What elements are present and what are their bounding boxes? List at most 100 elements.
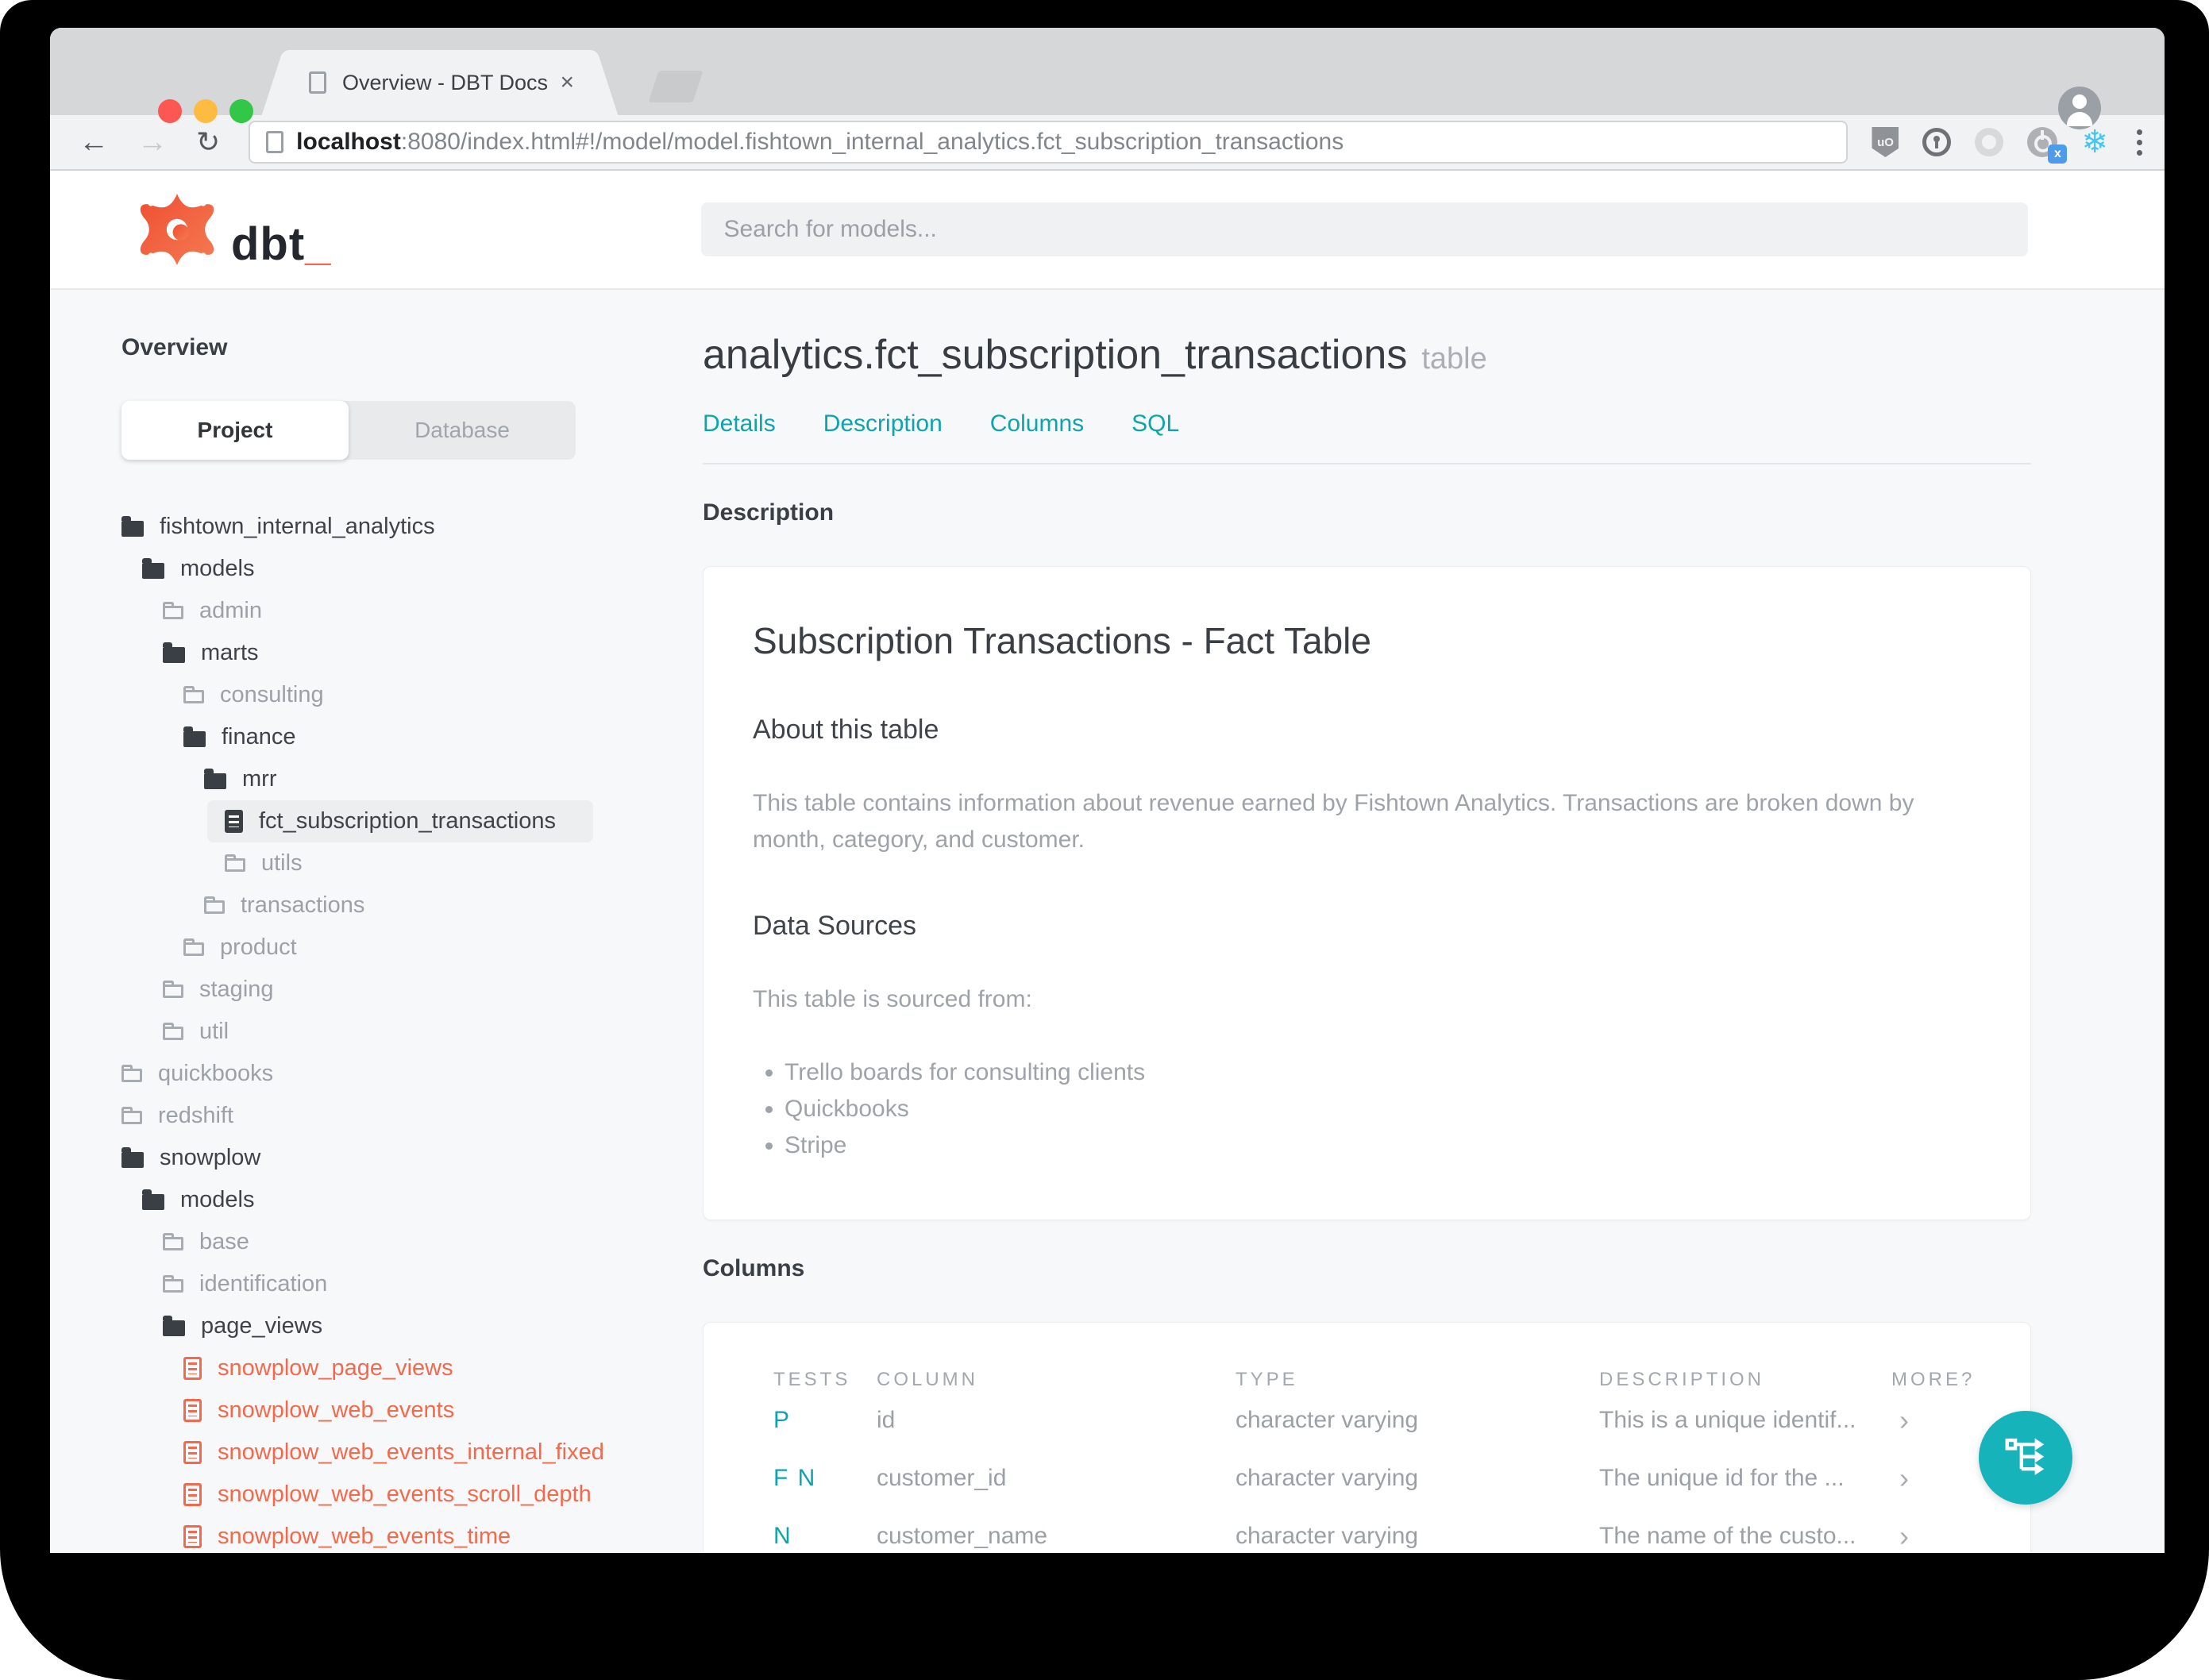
tree-item-mrr[interactable]: mrr [204, 758, 703, 800]
tree-item-snowplow-web-events-scroll-depth[interactable]: snowplow_web_events_scroll_depth [183, 1474, 703, 1516]
list-item: Trello boards for consulting clients [785, 1054, 1981, 1091]
tree-item-page-views[interactable]: page_views [163, 1305, 703, 1347]
dbt-logo-underscore: _ [305, 218, 331, 270]
tree-item-transactions[interactable]: transactions [204, 884, 703, 927]
profile-avatar-icon[interactable] [2058, 87, 2101, 129]
tree-item-snowplow[interactable]: snowplow [121, 1137, 703, 1179]
address-bar[interactable]: localhost:8080/index.html#!/model/model.… [249, 121, 1849, 164]
tree-item-base[interactable]: base [163, 1221, 703, 1263]
disabled-extension-icon[interactable] [1975, 128, 2004, 156]
tree-item-quickbooks[interactable]: quickbooks [121, 1053, 703, 1095]
folder-open-icon [204, 768, 226, 789]
tab-title: Overview - DBT Docs [342, 70, 549, 94]
tab-strip: Overview - DBT Docs × [50, 28, 2165, 129]
sources-list: Trello boards for consulting clients Qui… [785, 1054, 1981, 1164]
column-type: character varying [1236, 1464, 1419, 1491]
reload-icon[interactable]: ↻ [196, 128, 220, 156]
onepassword-extension-icon[interactable] [1922, 128, 1952, 156]
folder-closed-icon [163, 1233, 183, 1250]
nav-link-description[interactable]: Description [823, 410, 943, 437]
tree-item-finance[interactable]: finance [183, 716, 703, 758]
col-header-type: TYPE [1236, 1369, 1298, 1390]
tree-item-consulting[interactable]: consulting [183, 674, 703, 716]
browser-tab[interactable]: Overview - DBT Docs × [285, 50, 595, 115]
tab-database[interactable]: Database [349, 401, 576, 460]
back-icon[interactable]: ← [79, 127, 109, 157]
search-input[interactable] [701, 202, 2029, 256]
folder-closed-icon [163, 1023, 183, 1040]
card-title: Subscription Transactions - Fact Table [753, 620, 1371, 661]
sources-intro: This table is sourced from: [753, 986, 1032, 1012]
forward-icon: → [137, 125, 168, 159]
table-row[interactable]: N customer_name character varying The na… [704, 1507, 2030, 1553]
folder-closed-icon [121, 1107, 142, 1124]
column-description: This is a unique identif... [1599, 1406, 1856, 1433]
tree-item-fct-subscription-transactions[interactable]: fct_subscription_transactions [207, 800, 593, 842]
folder-closed-icon [183, 938, 204, 956]
page-title: analytics.fct_subscription_transactions t… [703, 332, 1487, 378]
nav-link-sql[interactable]: SQL [1131, 410, 1179, 437]
about-heading: About this table [753, 715, 939, 745]
browser-window: Overview - DBT Docs × ← → ↻ localhost:80… [50, 28, 2165, 1553]
table-row[interactable]: F N customer_id character varying The un… [704, 1449, 2030, 1507]
tab-project[interactable]: Project [121, 401, 349, 460]
app-header: dbt _ [50, 171, 2165, 290]
page-title-suffix: table [1421, 342, 1487, 376]
screenshot-frame: Overview - DBT Docs × ← → ↻ localhost:80… [0, 0, 2209, 1680]
nav-divider [703, 463, 2031, 464]
snowflake-extension-icon[interactable]: ❄ [2081, 126, 2108, 158]
tree-item-snowplow-page-views[interactable]: snowplow_page_views [183, 1347, 703, 1389]
tests-badge: N [773, 1522, 792, 1549]
chevron-right-icon[interactable]: › [1891, 1520, 2030, 1553]
dbt-logo[interactable]: dbt _ [139, 191, 330, 268]
nav-link-details[interactable]: Details [703, 410, 776, 437]
tree-item-utils[interactable]: utils [225, 842, 703, 884]
minimize-window-button[interactable] [194, 99, 218, 123]
sidebar-overview-link[interactable]: Overview [121, 334, 703, 361]
nav-link-columns[interactable]: Columns [990, 410, 1084, 437]
url-text: localhost:8080/index.html#!/model/model.… [296, 129, 1344, 156]
columns-table-header: TESTS COLUMN TYPE DESCRIPTION MORE? [704, 1369, 2030, 1391]
description-card: Subscription Transactions - Fact Table A… [703, 566, 2031, 1220]
column-name: id [877, 1406, 896, 1433]
page-security-icon [266, 131, 284, 153]
power-extension-icon[interactable]: x [2027, 127, 2068, 164]
folder-closed-icon [163, 602, 183, 619]
new-tab-button[interactable] [648, 71, 704, 102]
tree-item-product[interactable]: product [183, 927, 703, 969]
dbt-logo-text: dbt [231, 218, 306, 270]
close-tab-icon[interactable]: × [560, 69, 574, 96]
list-item: Stripe [785, 1127, 1981, 1164]
col-header-tests: TESTS [773, 1369, 851, 1390]
tree-item-util[interactable]: util [163, 1011, 703, 1053]
tree-item-fishtown-internal-analytics[interactable]: fishtown_internal_analytics [121, 506, 703, 548]
folder-closed-icon [121, 1065, 142, 1082]
folder-open-icon [121, 1146, 144, 1168]
tree-item-snowplow-web-events-internal-fixed[interactable]: snowplow_web_events_internal_fixed [183, 1431, 703, 1474]
column-description: The name of the custo... [1599, 1522, 1856, 1549]
main-content: analytics.fct_subscription_transactions t… [703, 290, 2165, 1553]
table-row[interactable]: P id character varying This is a unique … [704, 1391, 2030, 1449]
tree-item-marts[interactable]: marts [163, 632, 703, 674]
browser-toolbar: ← → ↻ localhost:8080/index.html#!/model/… [50, 115, 2165, 171]
ublock-extension-icon[interactable]: uO [1872, 127, 1899, 157]
model-file-orange-icon [183, 1399, 202, 1422]
folder-closed-icon [204, 896, 225, 914]
tree-item-admin[interactable]: admin [163, 590, 703, 632]
close-window-button[interactable] [158, 99, 182, 123]
tree-item-models[interactable]: models [142, 548, 703, 590]
lineage-graph-button[interactable] [1979, 1411, 2072, 1505]
section-nav: Details Description Columns SQL [703, 410, 2031, 437]
sources-heading: Data Sources [753, 911, 916, 941]
tree-item-redshift[interactable]: redshift [121, 1095, 703, 1137]
browser-menu-icon[interactable] [2137, 129, 2142, 156]
tree-item-staging[interactable]: staging [163, 969, 703, 1011]
model-file-orange-icon [183, 1483, 202, 1506]
tree-item-snowplow-models[interactable]: models [142, 1179, 703, 1221]
tree-item-identification[interactable]: identification [163, 1263, 703, 1305]
tree-item-snowplow-web-events[interactable]: snowplow_web_events [183, 1389, 703, 1431]
model-file-icon [225, 810, 243, 833]
tree-item-snowplow-web-events-time[interactable]: snowplow_web_events_time [183, 1516, 703, 1553]
zoom-window-button[interactable] [229, 99, 253, 123]
about-text: This table contains information about re… [753, 790, 1914, 853]
